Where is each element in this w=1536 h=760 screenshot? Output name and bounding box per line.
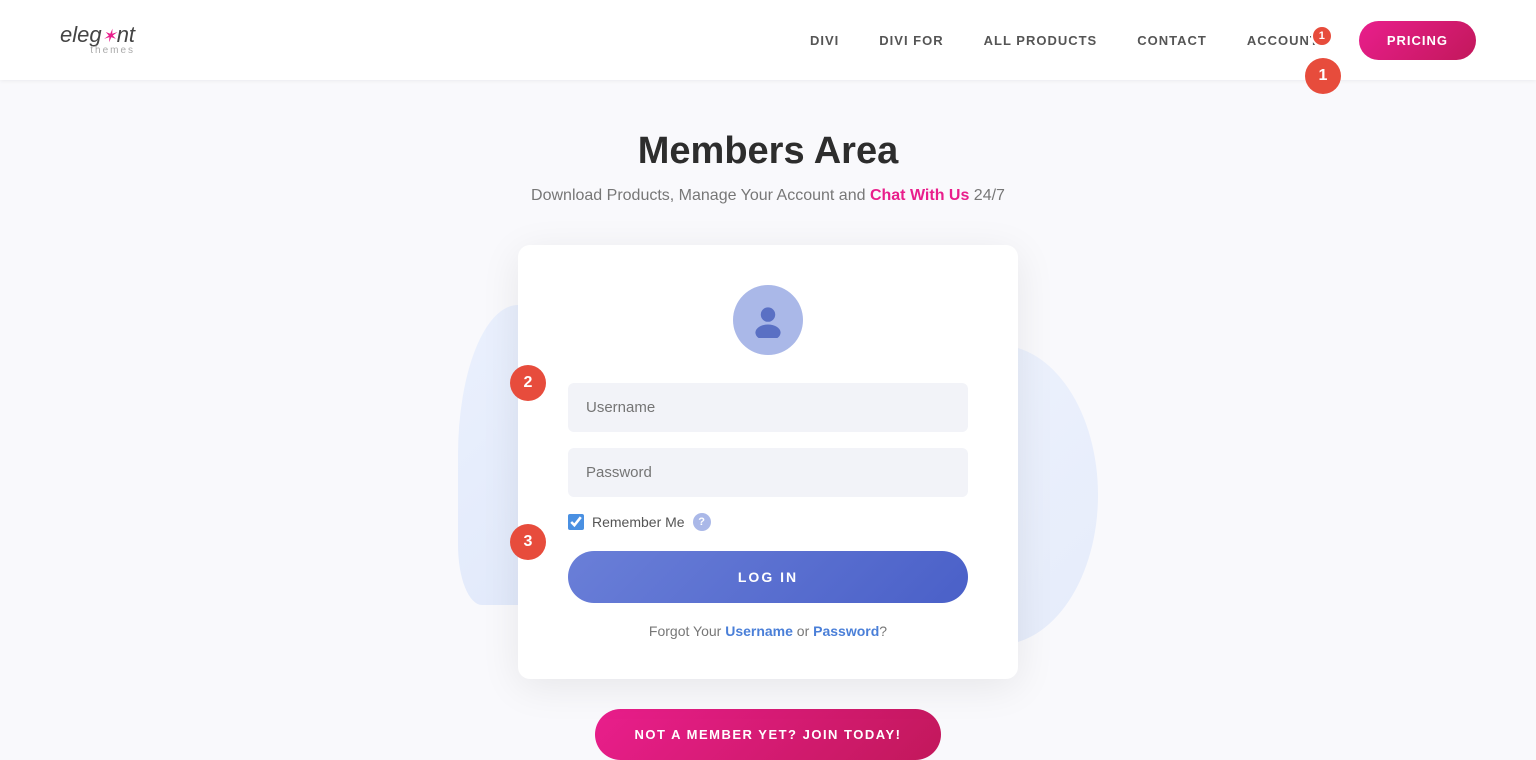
join-section: NOT A MEMBER YET? JOIN TODAY! [595,709,942,760]
logo[interactable]: eleg✶nt themes [60,24,135,56]
subtitle-post: 24/7 [969,187,1005,204]
remember-me-label: Remember Me [592,514,685,530]
login-button[interactable]: LOG IN [568,551,968,603]
forgot-username-link[interactable]: Username [725,623,793,639]
forgot-pre: Forgot Your [649,623,725,639]
remember-me-checkbox[interactable] [568,514,584,530]
username-input[interactable] [568,383,968,432]
nav-item-account[interactable]: ACCOUNT [1247,33,1319,48]
forgot-text: Forgot Your Username or Password? [568,623,968,639]
remember-row: Remember Me ? [568,513,968,531]
avatar-circle [733,285,803,355]
site-header: eleg✶nt themes DIVI DIVI FOR ALL PRODUCT… [0,0,1536,80]
main-nav: DIVI DIVI FOR ALL PRODUCTS CONTACT ACCOU… [810,21,1476,60]
password-input[interactable] [568,448,968,497]
forgot-post: ? [879,623,887,639]
nav-item-all-products[interactable]: ALL PRODUCTS [984,33,1098,48]
subtitle-pre: Download Products, Manage Your Account a… [531,187,870,204]
page-subtitle: Download Products, Manage Your Account a… [531,187,1005,205]
account-wrapper: ACCOUNT 1 [1247,33,1319,48]
join-button[interactable]: NOT A MEMBER YET? JOIN TODAY! [595,709,942,760]
nav-item-divi[interactable]: DIVI [810,33,839,48]
forgot-or: or [793,623,813,639]
nav-item-divi-for[interactable]: DIVI FOR [879,33,943,48]
username-group [568,383,968,432]
user-avatar [568,285,968,355]
password-group [568,448,968,497]
page-title: Members Area [638,130,899,173]
nav-item-contact[interactable]: CONTACT [1137,33,1207,48]
logo-star: ✶ [102,26,117,46]
account-notification-badge: 1 [1311,25,1333,47]
chat-link[interactable]: Chat With Us [870,187,969,204]
forgot-password-link[interactable]: Password [813,623,879,639]
login-card: Remember Me ? LOG IN Forgot Your Usernam… [518,245,1018,679]
help-icon[interactable]: ? [693,513,711,531]
pricing-button[interactable]: PRICING [1359,21,1476,60]
login-card-wrapper: Remember Me ? LOG IN Forgot Your Usernam… [518,245,1018,679]
logo-brand: eleg✶nt [60,22,135,47]
user-icon [750,302,786,338]
main-content: Members Area Download Products, Manage Y… [0,80,1536,760]
